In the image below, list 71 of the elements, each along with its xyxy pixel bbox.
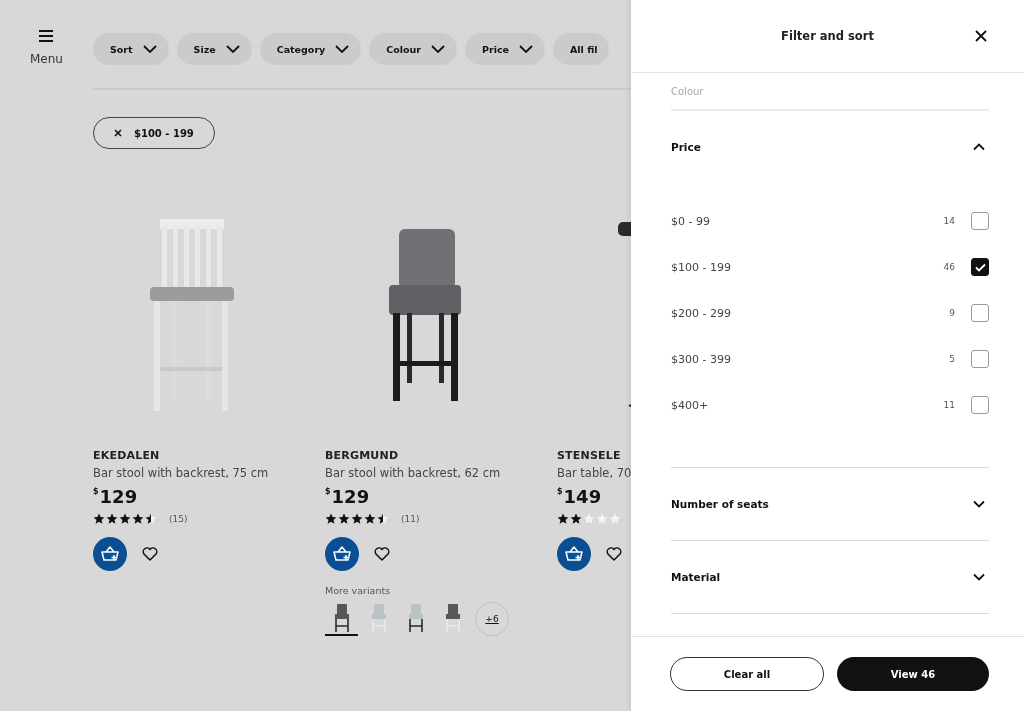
- add-to-cart-button[interactable]: [325, 537, 359, 571]
- add-to-cart-button[interactable]: [93, 537, 127, 571]
- chevron-down-icon: [142, 44, 157, 54]
- chevron-down-icon: [973, 573, 985, 581]
- checkbox[interactable]: [971, 304, 989, 322]
- option-label: $400+: [671, 398, 710, 412]
- option-label: $100 - 199: [671, 260, 732, 274]
- filter-chip[interactable]: All fil: [553, 33, 610, 65]
- bar-stool-icon: [407, 604, 424, 632]
- product-name: STENSELE: [557, 449, 622, 462]
- filter-chip[interactable]: Size: [176, 33, 252, 65]
- section-label: Colour: [671, 85, 704, 97]
- menu-button[interactable]: Menu: [30, 30, 63, 74]
- product-name: BERGMUND: [325, 449, 400, 462]
- favourite-button[interactable]: [605, 545, 623, 563]
- product-description: Bar stool with backrest, 62 cm: [325, 466, 502, 480]
- review-count: (11): [401, 514, 420, 524]
- basket-add-icon: [101, 546, 119, 562]
- option-count: 9: [949, 308, 955, 318]
- bar-stool-icon: [444, 604, 461, 632]
- close-icon: [114, 129, 122, 137]
- section-header[interactable]: Price: [671, 111, 989, 183]
- chevron-down-icon: [973, 500, 985, 508]
- option-label: $300 - 399: [671, 352, 732, 366]
- basket-add-icon: [565, 546, 583, 562]
- filter-chip[interactable]: Category: [259, 33, 362, 65]
- section-header[interactable]: Number of seats: [671, 468, 989, 540]
- heart-icon: [142, 547, 158, 561]
- add-to-cart-button[interactable]: [557, 537, 591, 571]
- checkbox[interactable]: [971, 212, 989, 230]
- checkbox[interactable]: [971, 350, 989, 368]
- clear-all-button[interactable]: Clear all: [670, 657, 824, 691]
- chevron-down-icon: [335, 44, 350, 54]
- chevron-up-icon: [973, 143, 985, 151]
- heart-icon: [606, 547, 622, 561]
- favourite-button[interactable]: [141, 545, 159, 563]
- chevron-down-icon: [519, 44, 533, 54]
- product-price: $^{$}$149: [557, 486, 603, 507]
- close-icon: [975, 30, 987, 42]
- basket-add-icon: [333, 546, 351, 562]
- chevron-down-icon: [431, 44, 445, 54]
- review-count: (15): [169, 514, 188, 524]
- variants-label: More variants: [325, 585, 392, 596]
- bar-stool-icon: [370, 604, 387, 632]
- filter-chip[interactable]: Sort: [93, 33, 169, 65]
- option-count: 11: [943, 400, 955, 410]
- option-count: 14: [943, 216, 955, 226]
- close-button[interactable]: [974, 29, 988, 43]
- filter-chip[interactable]: Price: [465, 33, 545, 65]
- product-price: $^{$}$129: [93, 486, 139, 507]
- option-label: $200 - 299: [671, 306, 732, 320]
- chevron-down-icon: [225, 44, 240, 54]
- bar-stool-icon: [333, 604, 350, 632]
- product-description: Bar table, 70: [557, 466, 631, 480]
- product-price: $^{$}$129: [325, 486, 371, 507]
- product-name: EKEDALEN: [93, 449, 161, 462]
- variant-thumbnail[interactable]: [325, 602, 358, 636]
- filter-chip[interactable]: Colour: [369, 33, 457, 65]
- product-description: Bar stool with backrest, 75 cm: [93, 466, 270, 480]
- checkbox[interactable]: [971, 396, 989, 414]
- option-count: 5: [949, 354, 955, 364]
- favourite-button[interactable]: [373, 545, 391, 563]
- option-count: 46: [943, 262, 955, 272]
- checkbox[interactable]: [971, 258, 989, 276]
- checkmark-icon: [974, 262, 986, 272]
- view-results-button[interactable]: View 46: [837, 657, 989, 691]
- option-label: $0 - 99: [671, 214, 711, 228]
- heart-icon: [374, 547, 390, 561]
- section-header[interactable]: Material: [671, 541, 989, 613]
- menu-icon: [39, 30, 54, 42]
- panel-title: Filter and sort: [781, 29, 874, 43]
